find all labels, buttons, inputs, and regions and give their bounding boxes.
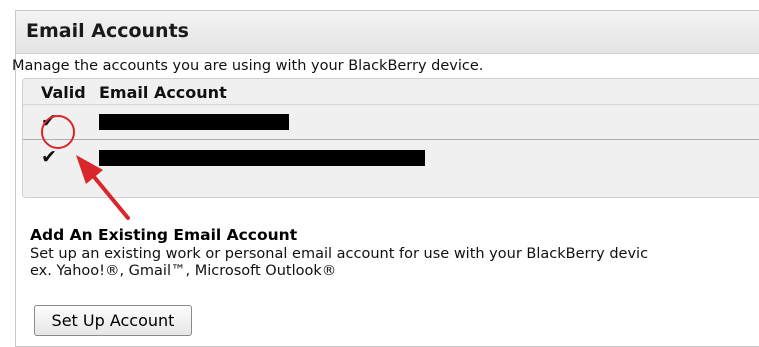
set-up-account-button[interactable]: Set Up Account	[34, 305, 192, 336]
add-account-description-line: Set up an existing work or personal emai…	[30, 246, 649, 262]
add-account-title: Add An Existing Email Account	[30, 226, 298, 244]
add-account-examples: ex. Yahoo!®, Gmail™, Microsoft Outlook®	[30, 263, 337, 279]
pointer-arrow-icon	[76, 155, 130, 220]
add-account-description: Set up an existing work or personal emai…	[30, 246, 648, 280]
